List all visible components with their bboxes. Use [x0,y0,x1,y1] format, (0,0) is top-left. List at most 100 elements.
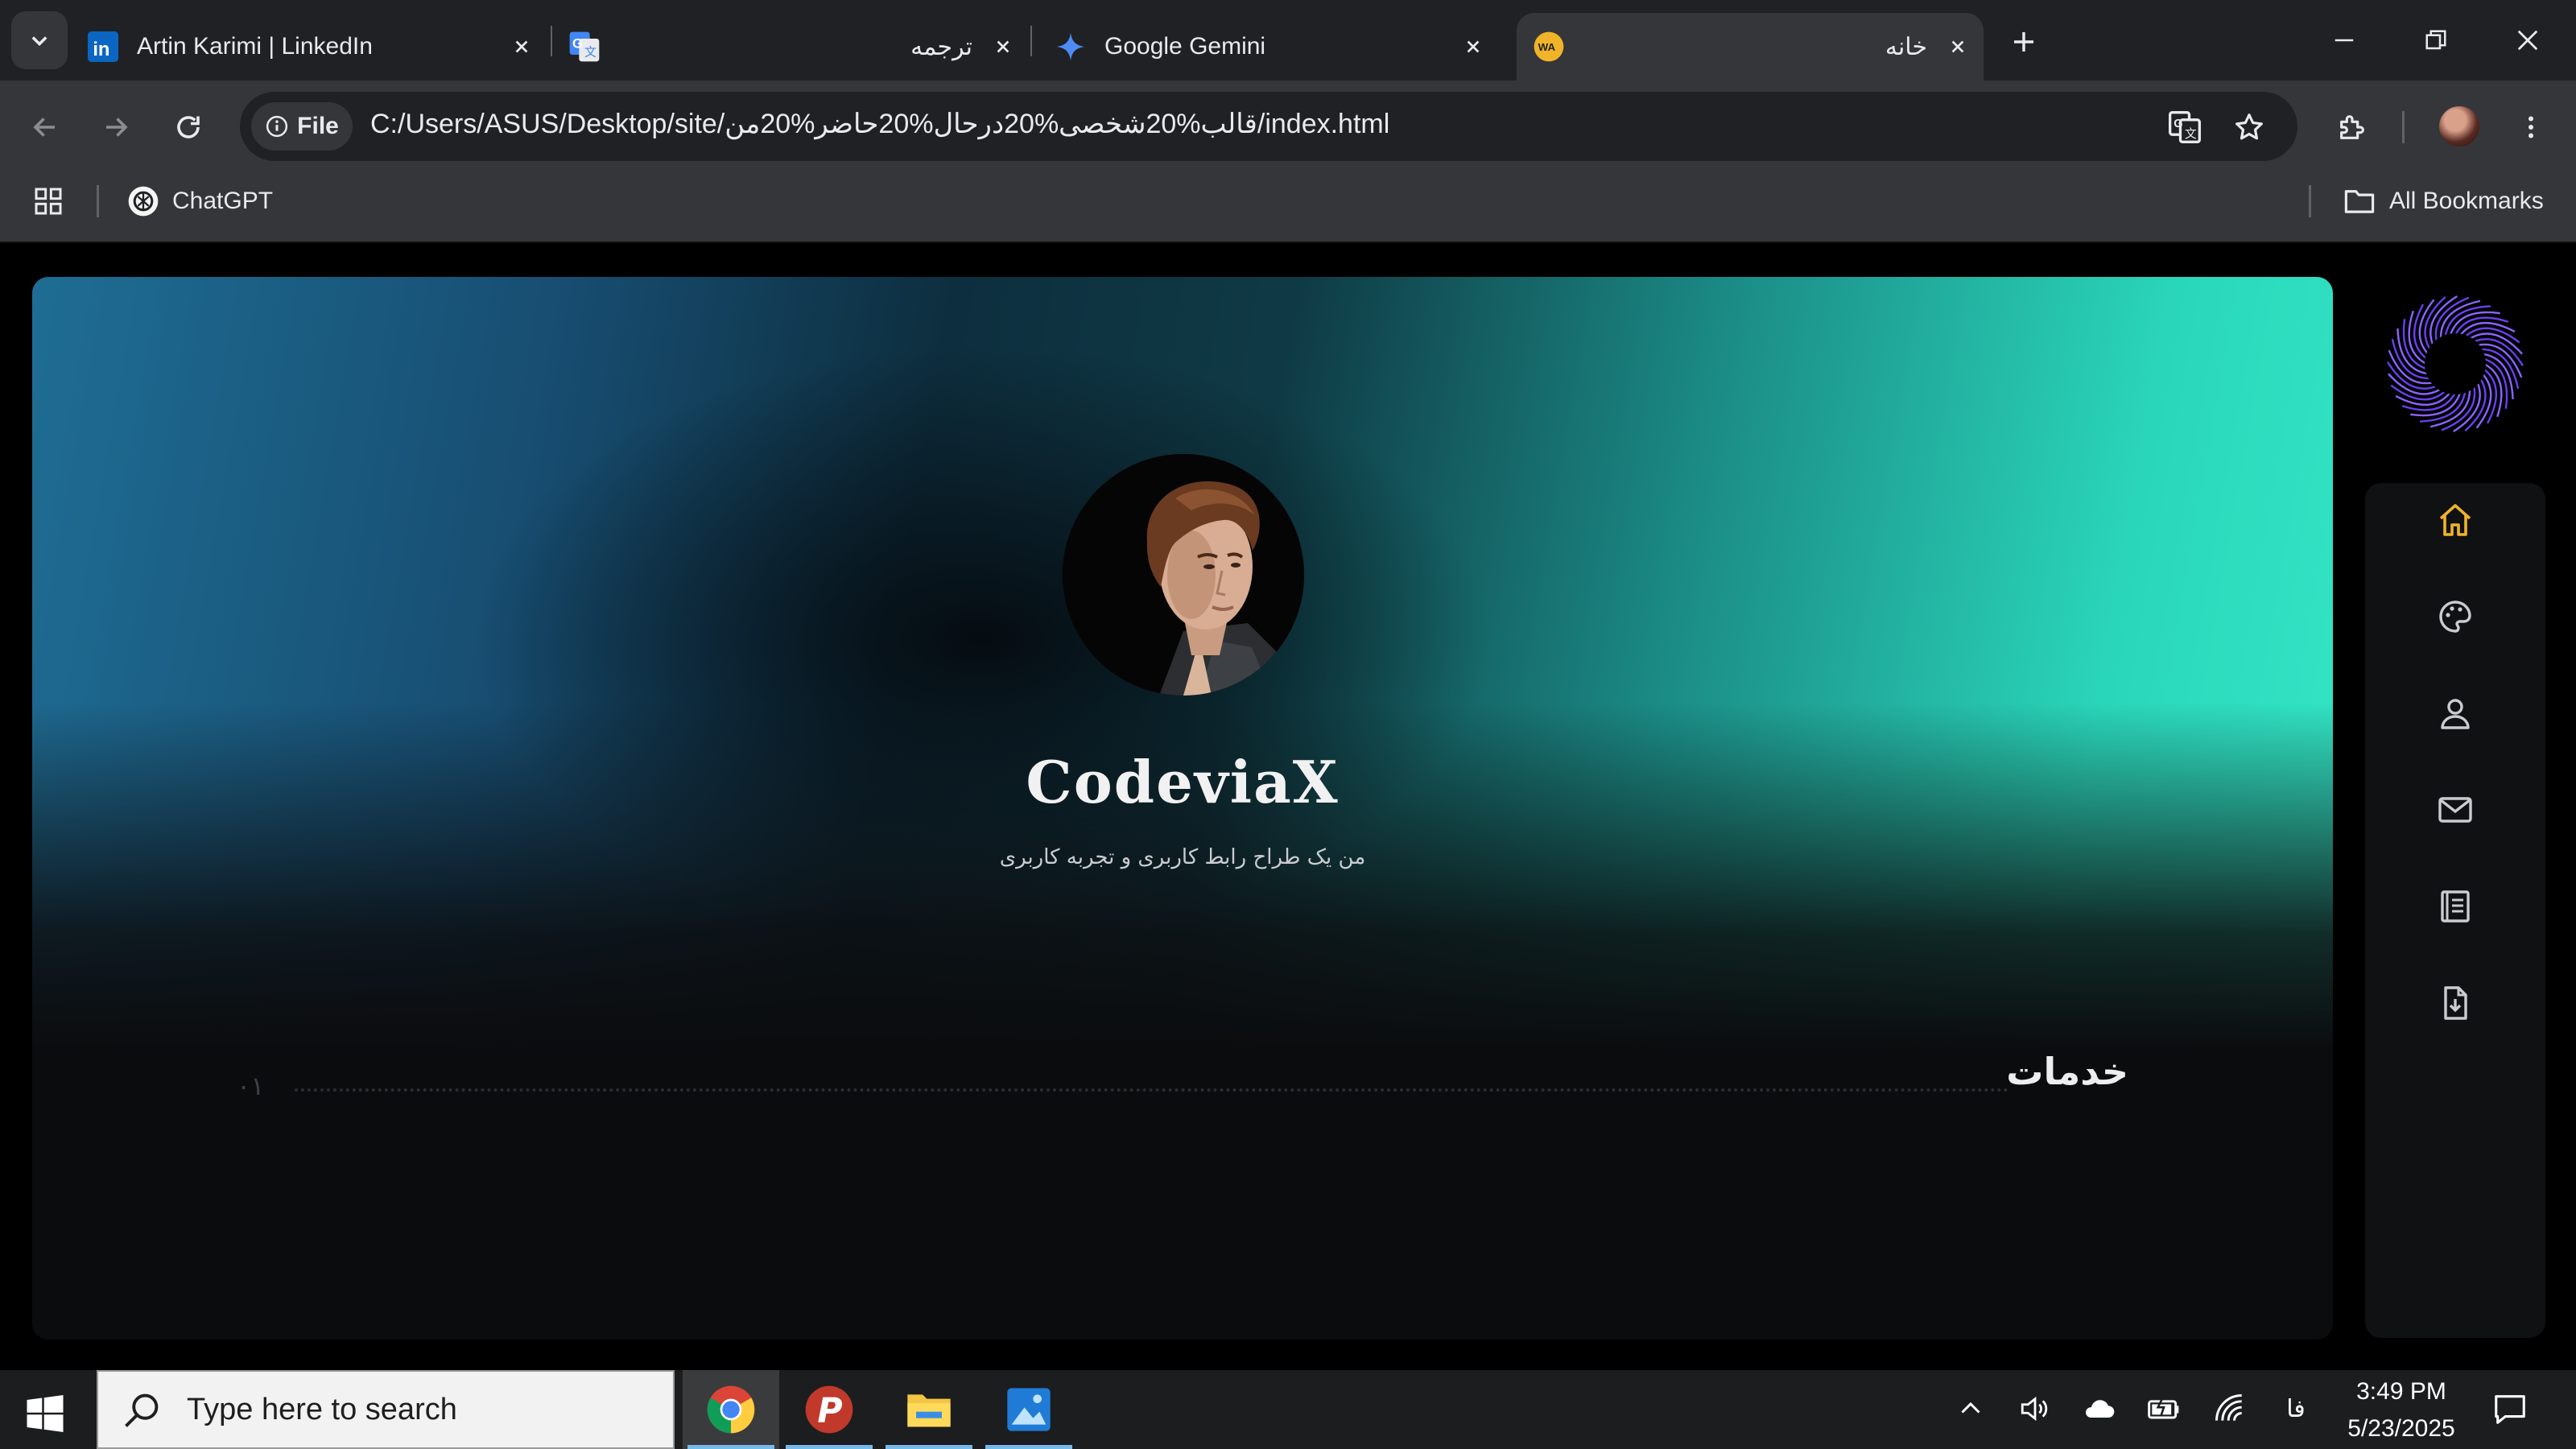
site-subtitle: من یک طراح رابط کاربری و تجربه کاربری [999,845,1366,869]
chrome-icon [707,1385,755,1434]
close-icon[interactable] [987,31,1019,63]
tab-separator [1030,26,1032,56]
tab-home-active[interactable]: WA خانه [1517,13,1984,80]
wifi-icon [2215,1394,2242,1421]
nav-about[interactable] [2431,689,2479,737]
taskbar-search[interactable]: Type here to search [97,1370,675,1449]
arrow-right-icon [106,118,128,137]
browser-menu-button[interactable] [2508,105,2553,150]
site-info-chip[interactable]: File [251,102,353,151]
running-app-indicator [786,1445,873,1449]
reload-icon [177,116,200,138]
close-icon [2517,30,2538,51]
web-page: CodeviaX من یک طراح رابط کاربری و تجربه … [0,245,2576,1370]
taskbar-photos[interactable] [980,1370,1077,1449]
battery-charging-icon [2148,1397,2179,1419]
close-icon[interactable] [1457,31,1489,63]
onedrive-button[interactable] [2080,1389,2119,1428]
file-explorer-icon [907,1394,951,1427]
star-icon [2235,114,2263,140]
close-window-button[interactable] [2504,16,2552,64]
running-app-indicator [985,1445,1072,1449]
active-app-indicator [687,1445,774,1449]
svg-text:G: G [2174,118,2182,130]
show-hidden-icons-button[interactable] [1951,1389,1990,1428]
psiphon-icon: P [805,1385,853,1434]
notifications-button[interactable] [2491,1389,2529,1428]
nav-portfolio[interactable] [2431,592,2479,641]
tab-title: ترجمه [910,33,972,60]
tab-search-button[interactable] [11,11,68,69]
all-bookmarks-button[interactable]: All Bookmarks [2343,182,2544,221]
tab-gemini[interactable]: Google Gemini [1055,13,1489,80]
download-file-icon [2444,986,2467,1020]
taskbar-chrome[interactable] [683,1370,779,1449]
tab-translate[interactable]: G文 ترجمه [568,13,1019,80]
url-text[interactable]: C:/Users/ASUS/Desktop/site/قالب%20شخصی%2… [370,108,1389,140]
profile-avatar[interactable] [2439,106,2479,147]
section-divider [295,1088,2009,1092]
reload-button[interactable] [166,105,211,150]
search-placeholder: Type here to search [187,1393,457,1426]
extensions-button[interactable] [2330,105,2375,150]
puzzle-icon [2340,115,2364,139]
clock-date: 5/23/2025 [2347,1415,2455,1442]
network-button[interactable] [2211,1389,2249,1428]
search-icon [125,1393,159,1427]
taskbar-clock[interactable]: 3:49 PM 5/23/2025 [2333,1373,2470,1447]
restore-icon [2425,30,2446,50]
svg-text:P: P [817,1391,842,1431]
tab-title: خانه [1885,33,1927,60]
volume-button[interactable] [2016,1389,2054,1428]
profile-photo [1063,454,1304,696]
svg-text:文: 文 [2185,127,2197,141]
minimize-button[interactable] [2320,16,2368,64]
forward-button[interactable] [93,105,138,150]
bookmark-star-button[interactable] [2227,105,2272,150]
running-app-indicator [886,1445,972,1449]
chevron-down-icon [31,36,47,47]
svg-text:in: in [93,39,109,60]
close-icon[interactable] [1942,31,1974,63]
close-icon[interactable] [506,31,538,63]
apps-grid-icon [35,188,62,215]
chatgpt-icon [128,186,159,217]
translate-page-button[interactable]: G文 [2162,105,2207,150]
user-icon [2441,699,2470,729]
minimize-icon [2334,39,2354,42]
spiral-logo[interactable] [2384,293,2526,435]
volume-icon [2021,1396,2048,1422]
tab-title: Artin Karimi | LinkedIn [137,33,373,60]
nav-home[interactable] [2431,496,2479,544]
tab-linkedin[interactable]: in Artin Karimi | LinkedIn [87,13,538,80]
site-title: CodeviaX [1026,748,1340,816]
start-button[interactable] [21,1389,69,1438]
wa-badge-text: WA [1538,41,1556,53]
bookmark-chatgpt[interactable]: ChatGPT [127,182,273,221]
section-number: ۰۱ [237,1071,265,1101]
tab-separator [551,26,552,56]
hero-section: CodeviaX من یک طراح رابط کاربری و تجربه … [32,277,2333,1340]
plus-icon [2014,32,2033,52]
bookmarks-divider [2309,185,2311,217]
palette-icon [2439,601,2471,633]
input-language[interactable]: فا [2277,1389,2315,1428]
back-button[interactable] [23,105,68,150]
cloud-icon [2086,1400,2115,1418]
linkedin-icon: in [87,31,119,63]
battery-button[interactable] [2145,1389,2183,1428]
nav-resume-download[interactable] [2431,979,2479,1027]
restore-button[interactable] [2412,16,2460,64]
services-section-title: خدمات [2006,1050,2128,1093]
home-icon [2439,504,2471,536]
all-bookmarks-label: All Bookmarks [2389,188,2544,214]
nav-contact[interactable] [2431,786,2479,834]
new-tab-button[interactable] [2004,23,2043,61]
bookmarks-divider [97,185,99,217]
apps-button[interactable] [32,182,64,221]
gemini-icon [1055,31,1087,63]
nav-blog[interactable] [2431,882,2479,931]
taskbar-file-explorer[interactable] [881,1370,977,1449]
taskbar-psiphon[interactable]: P [781,1370,877,1449]
svg-text:G: G [572,36,583,52]
